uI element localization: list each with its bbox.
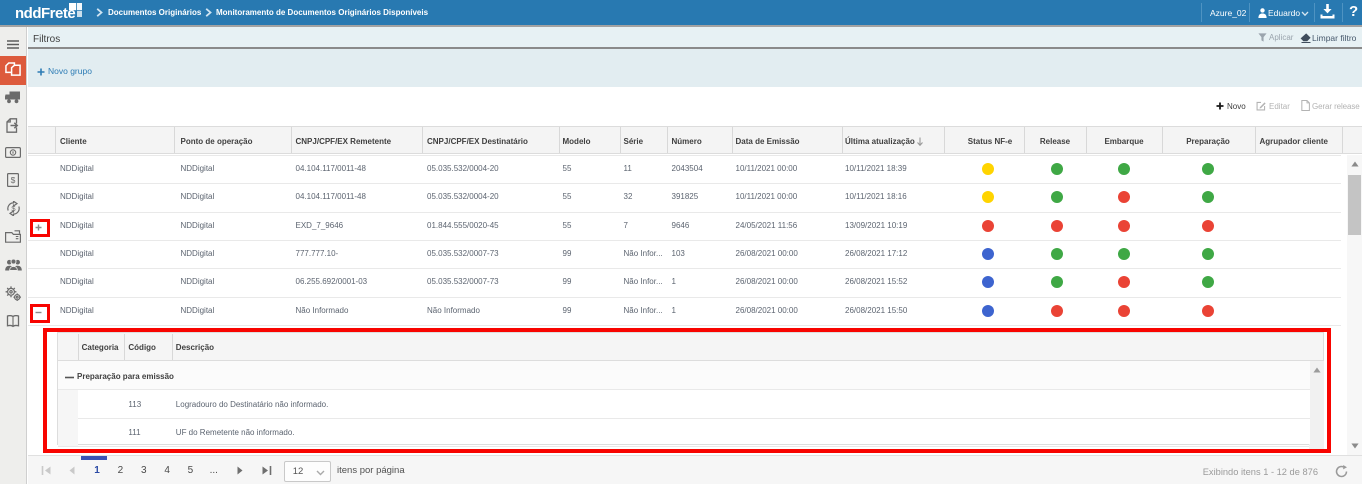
svg-text:$: $ bbox=[11, 175, 16, 185]
svg-text:$: $ bbox=[11, 204, 16, 213]
